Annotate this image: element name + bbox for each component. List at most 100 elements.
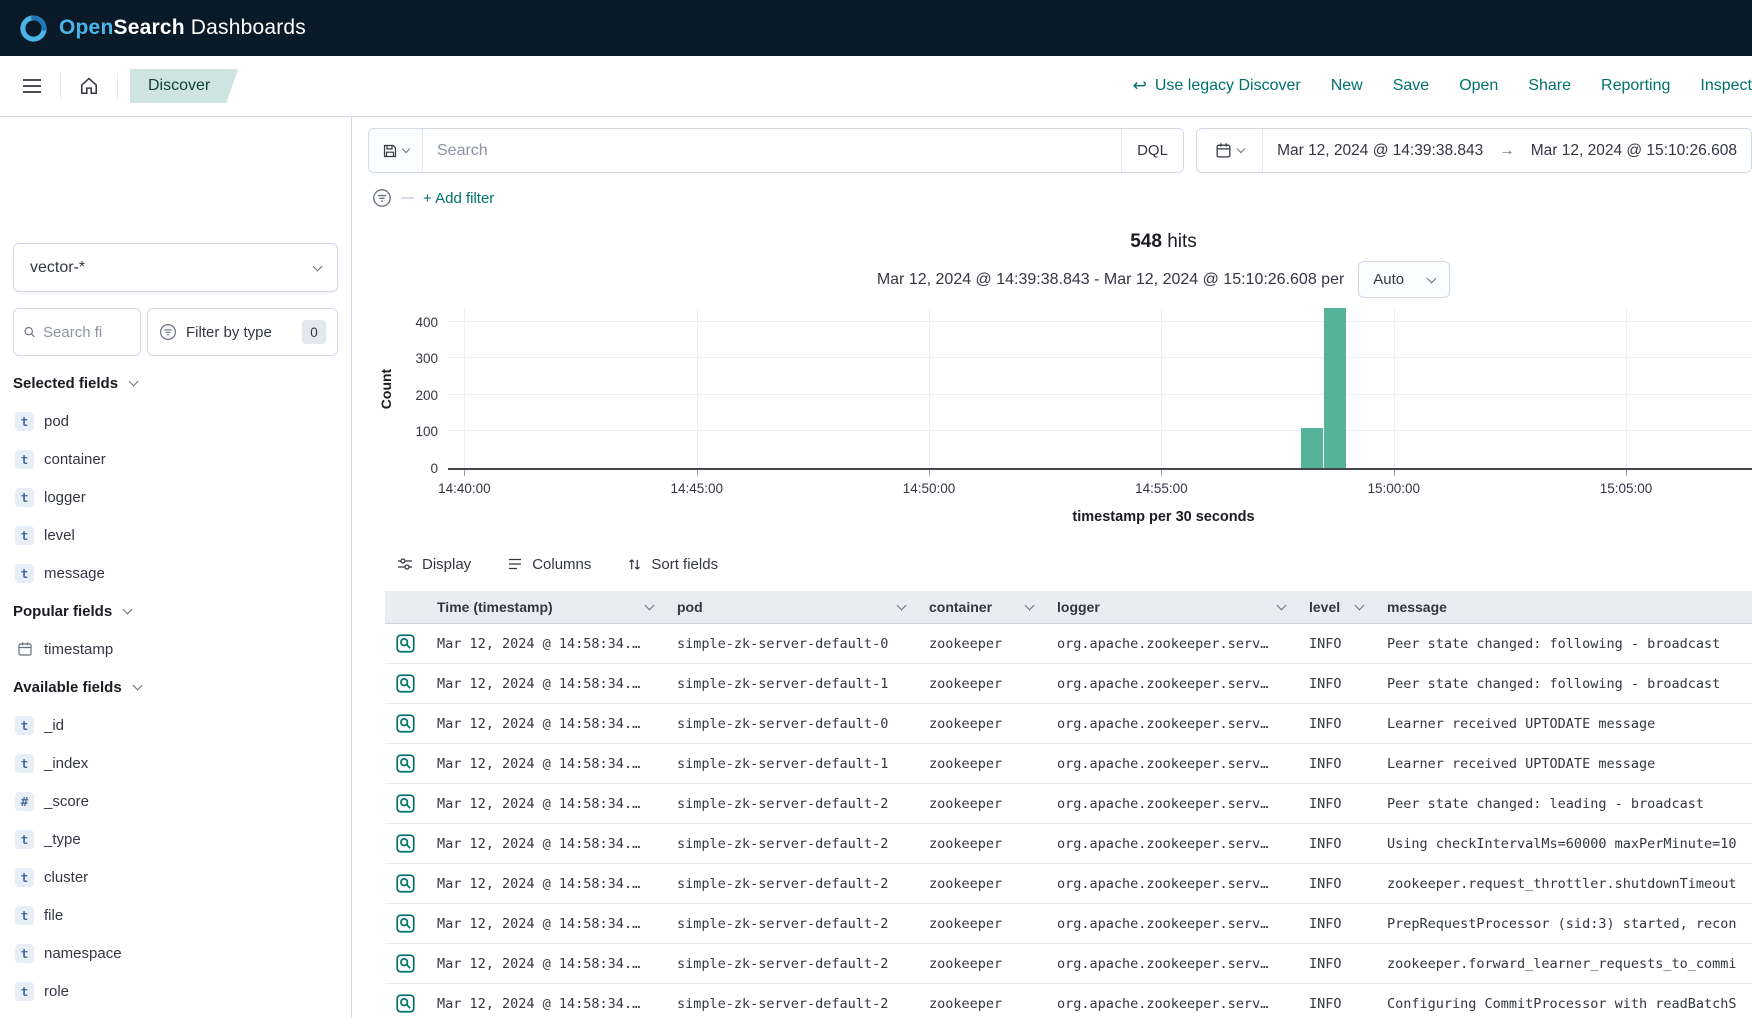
field-item-level[interactable]: tlevel: [13, 516, 338, 554]
column-header-pod[interactable]: pod: [665, 591, 917, 623]
home-button[interactable]: [73, 70, 105, 102]
filter-icon: [159, 323, 177, 341]
chevron-down-icon: [402, 145, 410, 153]
filter-count-badge: 0: [302, 320, 326, 344]
field-item-namespace[interactable]: tnamespace: [13, 934, 338, 972]
chevron-down-icon: [1277, 601, 1287, 611]
nav-link-reporting[interactable]: Reporting: [1601, 77, 1670, 95]
inspect-document-button[interactable]: [395, 873, 416, 894]
use-legacy-discover-link[interactable]: ↩Use legacy Discover: [1133, 76, 1301, 96]
section-selected-fields[interactable]: Selected fields: [13, 364, 338, 402]
sidebar-controls: Filter by type 0: [13, 308, 338, 356]
section-popular-fields[interactable]: Popular fields: [13, 592, 338, 630]
cell-level: INFO: [1297, 836, 1375, 852]
y-tick-label: 0: [386, 461, 438, 476]
gridline: [448, 430, 1752, 431]
field-item-logger[interactable]: tlogger: [13, 478, 338, 516]
section-available-fields[interactable]: Available fields: [13, 668, 338, 706]
y-tick-label: 300: [386, 351, 438, 366]
inspect-document-button[interactable]: [395, 993, 416, 1014]
nav-link-new[interactable]: New: [1331, 77, 1363, 95]
chevron-down-icon: [897, 601, 907, 611]
section-title: Available fields: [13, 679, 122, 696]
results-table: Time (timestamp)podcontainerloggerlevelm…: [385, 591, 1752, 1018]
inspect-document-button[interactable]: [395, 753, 416, 774]
inspect-document-button[interactable]: [395, 633, 416, 654]
field-name: _type: [44, 831, 81, 848]
y-tick-label: 200: [386, 388, 438, 403]
field-search[interactable]: [13, 308, 141, 356]
gridline: [448, 357, 1752, 358]
columns-button[interactable]: Columns: [507, 556, 591, 573]
field-search-input[interactable]: [43, 324, 131, 341]
menu-button[interactable]: [16, 72, 48, 100]
field-type-string-icon: t: [15, 830, 34, 849]
sort-fields-button[interactable]: Sort fields: [627, 556, 718, 573]
column-header-level[interactable]: level: [1297, 591, 1375, 623]
index-pattern-selector[interactable]: vector-*: [13, 243, 338, 292]
date-start[interactable]: Mar 12, 2024 @ 14:39:38.843: [1277, 142, 1483, 160]
field-item-_id[interactable]: t_id: [13, 706, 338, 744]
gridline: [448, 321, 1752, 322]
table-row: Mar 12, 2024 @ 14:58:34.…simple-zk-serve…: [385, 984, 1752, 1018]
field-item-role[interactable]: trole: [13, 972, 338, 1010]
field-item-pod[interactable]: tpod: [13, 402, 338, 440]
display-button[interactable]: Display: [397, 556, 471, 573]
date-end[interactable]: Mar 12, 2024 @ 15:10:26.608: [1531, 142, 1737, 160]
column-header-message[interactable]: message: [1375, 591, 1752, 623]
inspect-document-button[interactable]: [395, 953, 416, 974]
x-tick-label: 15:00:00: [1349, 481, 1439, 496]
interval-select[interactable]: Auto: [1358, 261, 1450, 298]
field-item-cluster[interactable]: tcluster: [13, 858, 338, 896]
date-range: Mar 12, 2024 @ 14:39:38.843 → Mar 12, 20…: [1263, 129, 1751, 172]
inspect-document-button[interactable]: [395, 793, 416, 814]
chart-plot: [448, 309, 1752, 470]
nav-link-open[interactable]: Open: [1459, 77, 1498, 95]
nav-link-share[interactable]: Share: [1528, 77, 1571, 95]
column-header-time-timestamp-[interactable]: Time (timestamp): [425, 591, 665, 623]
cell-message: Peer state changed: following - broadcas…: [1375, 636, 1752, 652]
histogram-bar[interactable]: [1324, 308, 1346, 468]
field-item-_type[interactable]: t _type: [13, 820, 338, 858]
query-language-button[interactable]: DQL: [1121, 129, 1183, 172]
inspect-document-button[interactable]: [395, 713, 416, 734]
table-body: Mar 12, 2024 @ 14:58:34.… simple-zk-serve…: [385, 624, 1752, 1018]
date-picker-button[interactable]: [1197, 129, 1263, 172]
nav-link-save[interactable]: Save: [1393, 77, 1429, 95]
add-filter-button[interactable]: + Add filter: [423, 190, 494, 207]
inspect-document-button[interactable]: [395, 913, 416, 934]
cell-message: Configuring CommitProcessor with readBat…: [1375, 996, 1752, 1012]
field-item-_score[interactable]: #_score: [13, 782, 338, 820]
filter-bar: + Add filter: [372, 187, 1752, 209]
column-header-logger[interactable]: logger: [1045, 591, 1297, 623]
nav-link-inspect[interactable]: Inspect: [1700, 77, 1752, 95]
filter-menu-icon[interactable]: [372, 188, 392, 208]
chevron-down-icon: [123, 605, 133, 615]
field-type-number-icon: #: [15, 792, 34, 811]
sort-fields-label: Sort fields: [651, 556, 718, 573]
cell-level: INFO: [1297, 756, 1375, 772]
cell-time: Mar 12, 2024 @ 14:58:34.…: [425, 916, 665, 932]
hits-count: 548 hits: [448, 231, 1752, 253]
histogram-bar[interactable]: [1301, 428, 1323, 468]
table-row: Mar 12, 2024 @ 14:58:34.…simple-zk-serve…: [385, 904, 1752, 944]
field-item-container[interactable]: tcontainer: [13, 440, 338, 478]
inspect-document-button[interactable]: [395, 833, 416, 854]
field-item-message[interactable]: tmessage: [13, 554, 338, 592]
chart-subtitle-row: Mar 12, 2024 @ 14:39:38.843 - Mar 12, 20…: [448, 261, 1752, 298]
field-item-timestamp[interactable]: timestamp: [13, 630, 338, 668]
tick-mark: [1394, 470, 1395, 476]
cell-pod: simple-zk-server-default-2: [665, 996, 917, 1012]
field-item-_index[interactable]: t_index: [13, 744, 338, 782]
field-item-file[interactable]: tfile: [13, 896, 338, 934]
breadcrumb[interactable]: Discover: [130, 69, 238, 103]
query-bar-row: DQL Mar 12, 2024 @ 14:39:38.843 → Mar 12…: [368, 128, 1752, 173]
saved-query-button[interactable]: [369, 129, 423, 172]
column-header-container[interactable]: container: [917, 591, 1045, 623]
cell-level: INFO: [1297, 916, 1375, 932]
inspect-document-button[interactable]: [395, 673, 416, 694]
cell-time: Mar 12, 2024 @ 14:58:34.…: [425, 796, 665, 812]
filter-by-type-button[interactable]: Filter by type 0: [147, 308, 338, 356]
cell-container: zookeeper: [917, 956, 1045, 972]
search-input[interactable]: [423, 129, 1121, 172]
